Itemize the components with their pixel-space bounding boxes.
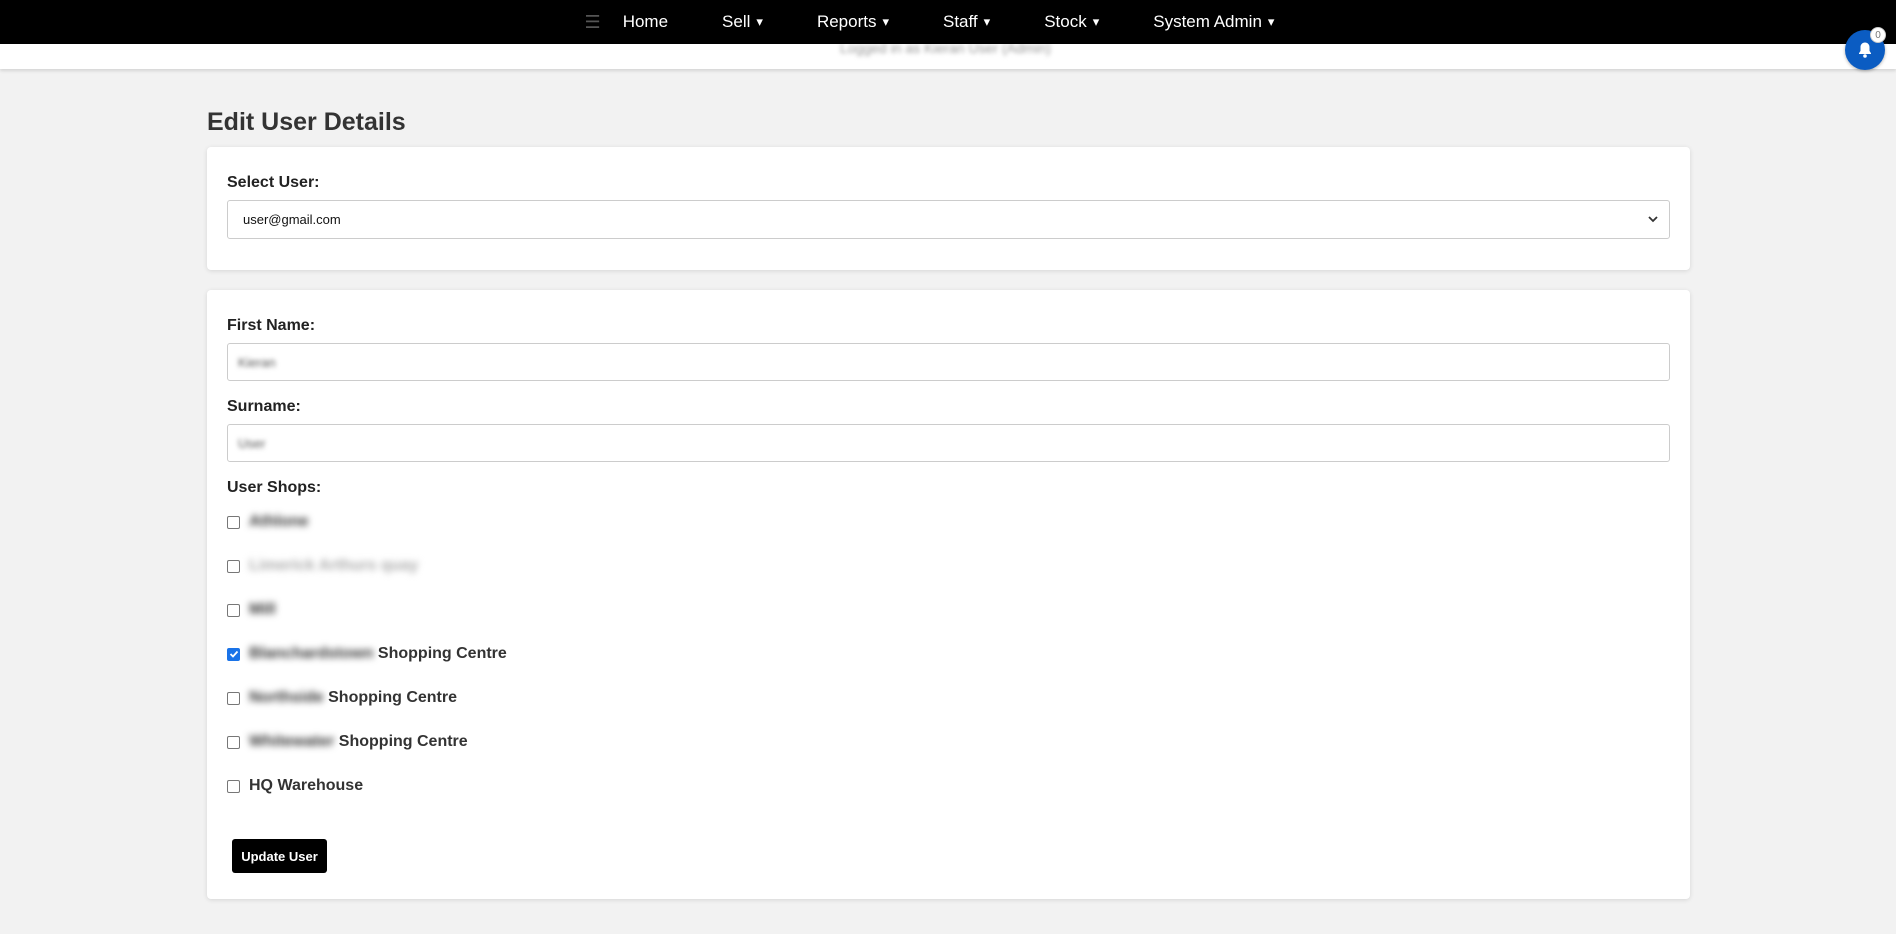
shop-name: Blanchardstown — [249, 645, 374, 662]
user-details-form: First Name: Kieran Surname: User User Sh… — [207, 290, 1690, 899]
shop-name-suffix: Shopping Centre — [338, 733, 468, 750]
shop-name: Northside — [249, 689, 324, 706]
chevron-down-icon — [1648, 216, 1658, 223]
nav-reports-label: Reports — [816, 12, 877, 31]
nav-home[interactable]: Home — [623, 12, 695, 32]
nav-system-admin-label: System Admin — [1153, 12, 1262, 31]
shop-option: HQ Warehouse — [227, 777, 363, 795]
nav-home-label: Home — [622, 12, 669, 31]
shop-name-suffix: Shopping Centre — [328, 689, 458, 706]
update-user-button[interactable]: Update User — [232, 839, 327, 873]
nav-sell[interactable]: Sell ▾ — [695, 12, 790, 32]
shop-checkbox[interactable] — [227, 559, 240, 573]
status-subbar: Logged in as Kieran User (Admin) — [0, 40, 1896, 69]
page-title: Edit User Details — [207, 108, 406, 136]
shop-checkbox[interactable] — [227, 735, 240, 749]
shop-checkbox[interactable] — [227, 691, 240, 705]
nav-stock-label: Stock — [1044, 12, 1087, 31]
shop-option: Blanchardstown Shopping Centre — [227, 645, 507, 663]
caret-down-icon: ▾ — [882, 14, 889, 29]
nav-staff[interactable]: Staff ▾ — [916, 12, 1017, 32]
nav-menu: ☰ Home Sell ▾ Reports ▾ Staff ▾ Stock ▾ … — [585, 12, 1302, 32]
nav-sell-label: Sell — [722, 12, 751, 31]
shop-name: Mill — [249, 601, 276, 618]
shop-checkbox-checked[interactable] — [227, 647, 240, 661]
shop-checkbox[interactable] — [227, 779, 240, 793]
shop-option: Mill — [227, 601, 276, 619]
bell-icon — [1859, 42, 1871, 58]
caret-down-icon: ▾ — [983, 14, 991, 29]
first-name-input[interactable]: Kieran — [227, 343, 1670, 381]
shop-option: Athlone — [227, 513, 309, 531]
select-user-label: Select User: — [227, 174, 320, 191]
surname-value: User — [238, 435, 266, 451]
user-select[interactable]: user@gmail.com — [227, 200, 1670, 239]
shop-name: Athlone — [249, 513, 309, 530]
top-navbar: ☰ Home Sell ▾ Reports ▾ Staff ▾ Stock ▾ … — [0, 0, 1896, 44]
surname-label: Surname: — [227, 398, 301, 415]
checkmark-icon — [229, 650, 238, 658]
shop-name: HQ Warehouse — [249, 777, 364, 794]
select-user-card: Select User: user@gmail.com — [207, 147, 1690, 270]
nav-reports[interactable]: Reports ▾ — [790, 12, 916, 32]
caret-down-icon: ▾ — [1267, 14, 1275, 29]
surname-input[interactable]: User — [227, 424, 1670, 462]
shop-option: Northside Shopping Centre — [227, 689, 457, 707]
nav-staff-label: Staff — [943, 12, 978, 31]
shop-checkbox[interactable] — [227, 603, 240, 617]
shop-option: Whitewater Shopping Centre — [227, 733, 468, 751]
hamburger-icon[interactable]: ☰ — [585, 13, 601, 31]
shop-checkbox[interactable] — [227, 515, 240, 529]
user-shops-label: User Shops: — [227, 479, 322, 496]
first-name-value: Kieran — [238, 354, 276, 370]
first-name-label: First Name: — [227, 317, 316, 334]
shop-option: Limerick Arthurs quay — [227, 557, 418, 575]
shop-name: Whitewater — [249, 733, 335, 750]
nav-stock[interactable]: Stock ▾ — [1017, 12, 1126, 32]
shop-name: Limerick Arthurs quay — [249, 557, 419, 574]
caret-down-icon: ▾ — [1092, 14, 1100, 29]
user-select-value: user@gmail.com — [243, 212, 341, 227]
notifications-button[interactable]: 0 — [1845, 27, 1886, 70]
shop-name-suffix: Shopping Centre — [377, 645, 507, 662]
nav-system-admin[interactable]: System Admin ▾ — [1126, 12, 1301, 32]
caret-down-icon: ▾ — [756, 14, 763, 29]
notification-count-badge: 0 — [1870, 27, 1886, 43]
